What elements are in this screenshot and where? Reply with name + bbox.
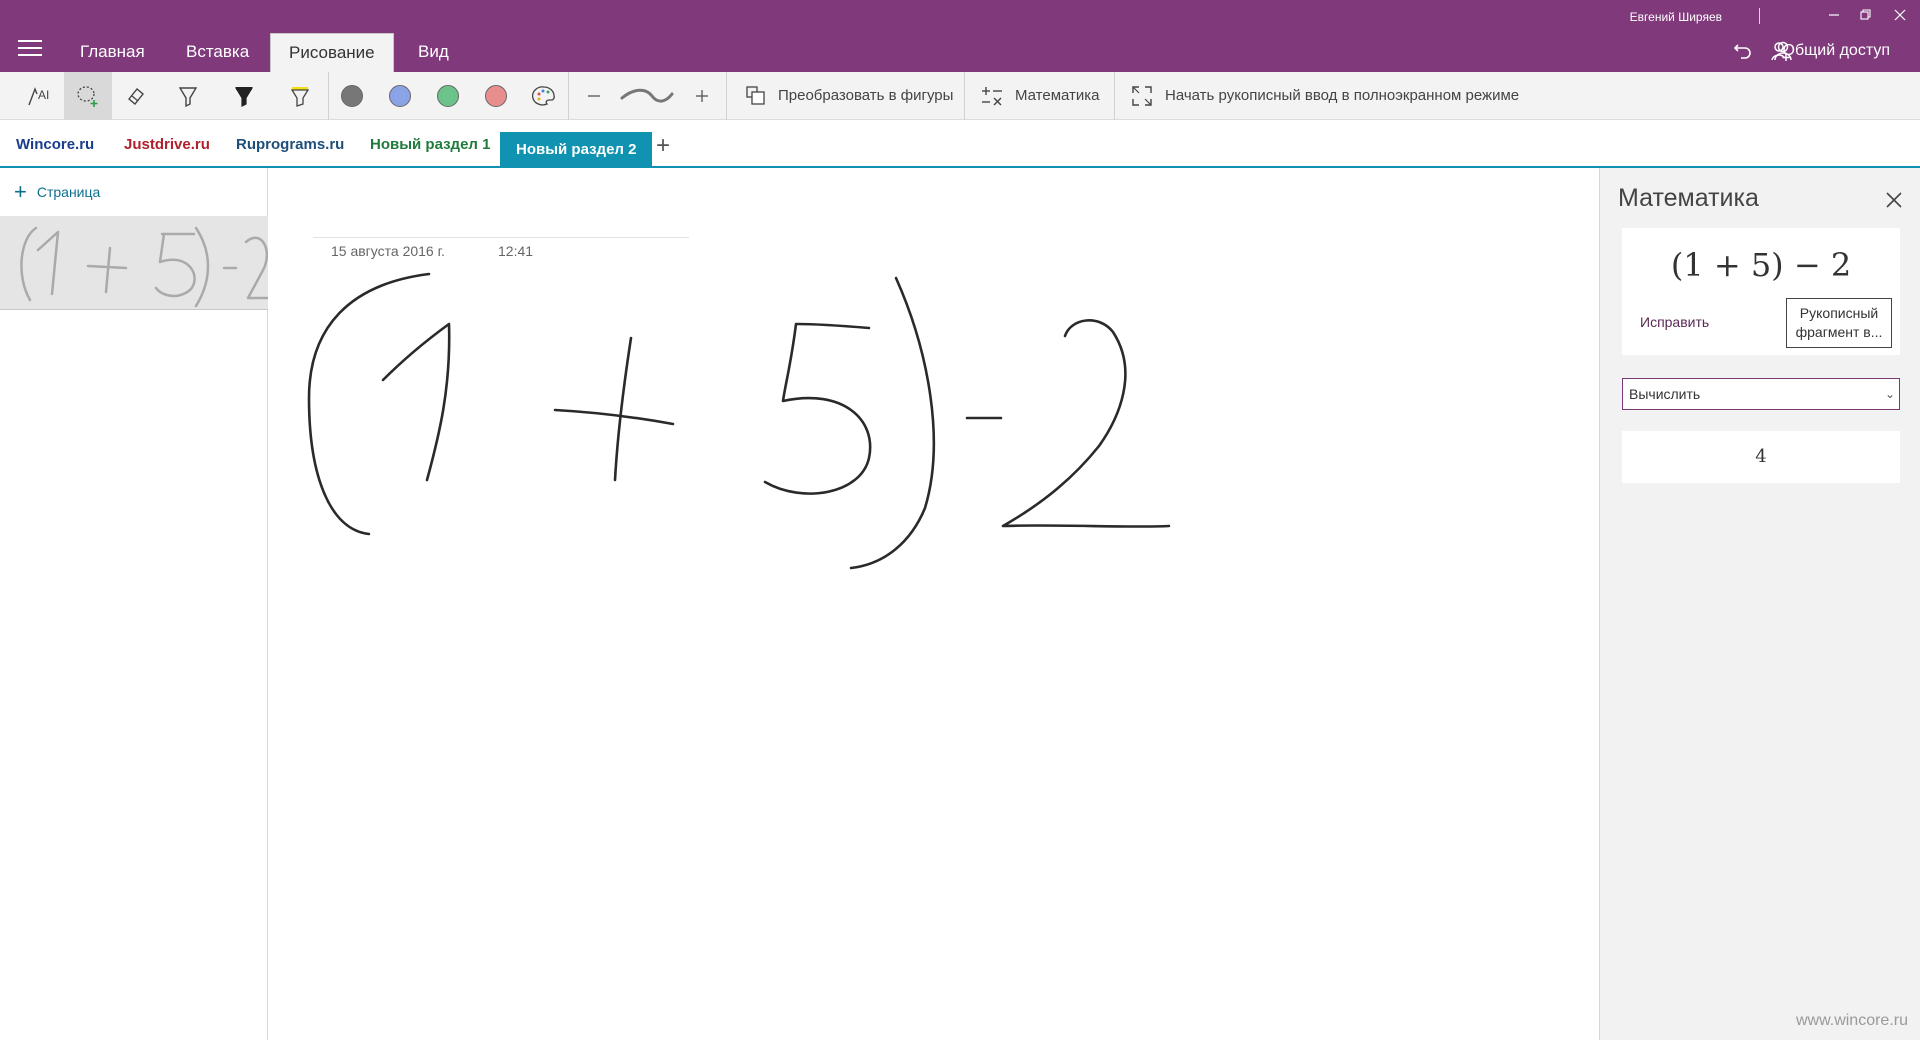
close-window-icon[interactable] (1890, 6, 1910, 26)
tab-insert[interactable]: Вставка (168, 33, 267, 72)
math-pane: Математика (1 + 5) − 2 Исправить Рукопис… (1599, 168, 1920, 1040)
toolbar-separator (964, 72, 965, 120)
math-button[interactable]: Математика (1015, 87, 1100, 104)
eraser-icon[interactable] (112, 72, 160, 120)
add-page-label: Страница (36, 184, 101, 200)
math-result: 4 (1622, 431, 1900, 483)
swatch-green (437, 85, 459, 107)
math-expression-card: (1 + 5) − 2 Исправить Рукописный фрагмен… (1622, 228, 1900, 355)
convert-shapes-button[interactable]: Преобразовать в фигуры (778, 87, 953, 104)
svg-text:AI: AI (38, 88, 49, 102)
fullscreen-ink-button[interactable]: Начать рукописный ввод в полноэкранном р… (1165, 87, 1519, 104)
close-icon[interactable] (1884, 190, 1904, 210)
add-section-icon[interactable]: + (656, 132, 670, 160)
lasso-text-select-icon[interactable]: AI (16, 72, 64, 120)
math-action-select[interactable]: Вычислить ⌄ (1622, 378, 1900, 410)
watermark: www.wincore.ru (1795, 1012, 1908, 1029)
restore-icon[interactable] (1856, 6, 1876, 26)
title-bar: Главная Вставка Рисование Вид Евгений Ши… (0, 0, 1920, 72)
section-tab-justdrive[interactable]: Justdrive.ru (108, 132, 226, 168)
math-pane-title: Математика (1618, 184, 1759, 212)
minimize-icon[interactable] (1824, 6, 1844, 26)
swatch-blue (389, 85, 411, 107)
section-tabs: Wincore.ru Justdrive.ru Ruprograms.ru Но… (0, 120, 1920, 168)
pen-color-green[interactable] (424, 72, 472, 120)
section-tab-new-1[interactable]: Новый раздел 1 (354, 132, 506, 168)
tab-home[interactable]: Главная (62, 33, 163, 72)
highlighter-yellow-icon[interactable] (276, 72, 324, 120)
user-name[interactable]: Евгений Ширяев (1630, 10, 1722, 24)
onenote-window: Главная Вставка Рисование Вид Евгений Ши… (0, 0, 1920, 1040)
tab-view[interactable]: Вид (400, 33, 467, 72)
title-separator (1759, 8, 1760, 24)
pen-outline-icon[interactable] (164, 72, 212, 120)
swatch-gray (341, 85, 363, 107)
plus-icon: + (14, 179, 27, 204)
fullscreen-icon[interactable] (1118, 72, 1166, 120)
page-list: + Страница (0, 168, 268, 1040)
thickness-preview-icon (620, 72, 674, 120)
note-canvas[interactable]: 15 августа 2016 г. 12:41 (269, 168, 1599, 1040)
add-page-button[interactable]: + Страница (14, 179, 101, 204)
palette-icon[interactable] (520, 72, 568, 120)
tab-draw[interactable]: Рисование (270, 33, 394, 72)
page-thumbnail (20, 226, 268, 308)
lasso-select-icon[interactable] (64, 72, 112, 120)
section-tab-new-2[interactable]: Новый раздел 2 (500, 132, 653, 168)
pen-color-red[interactable] (472, 72, 520, 120)
math-expression: (1 + 5) − 2 (1670, 246, 1852, 284)
page-list-item[interactable] (0, 216, 268, 310)
math-action-selected: Вычислить (1629, 386, 1701, 402)
ink-drawing[interactable] (269, 168, 1599, 1040)
thickness-decrease-icon[interactable] (570, 72, 618, 120)
math-icon[interactable] (968, 72, 1016, 120)
draw-toolbar: AI Преобразовать в фигуры Математика Нач… (0, 72, 1920, 120)
toolbar-separator (726, 72, 727, 120)
fix-link[interactable]: Исправить (1640, 314, 1709, 330)
pen-color-blue[interactable] (376, 72, 424, 120)
swatch-red (485, 85, 507, 107)
undo-icon[interactable] (1732, 40, 1754, 62)
section-tab-wincore[interactable]: Wincore.ru (0, 132, 110, 168)
toolbar-separator (568, 72, 569, 120)
pen-black-icon[interactable] (220, 72, 268, 120)
thickness-increase-icon[interactable] (678, 72, 726, 120)
chevron-down-icon: ⌄ (1884, 387, 1895, 401)
section-tab-ruprograms[interactable]: Ruprograms.ru (220, 132, 360, 168)
hamburger-menu-icon[interactable] (18, 40, 42, 58)
convert-shapes-icon[interactable] (732, 72, 780, 120)
toolbar-separator (1114, 72, 1115, 120)
pen-color-gray[interactable] (328, 72, 376, 120)
share-button[interactable]: Общий доступ (1783, 42, 1891, 60)
ink-to-math-button[interactable]: Рукописный фрагмент в... (1786, 298, 1892, 348)
